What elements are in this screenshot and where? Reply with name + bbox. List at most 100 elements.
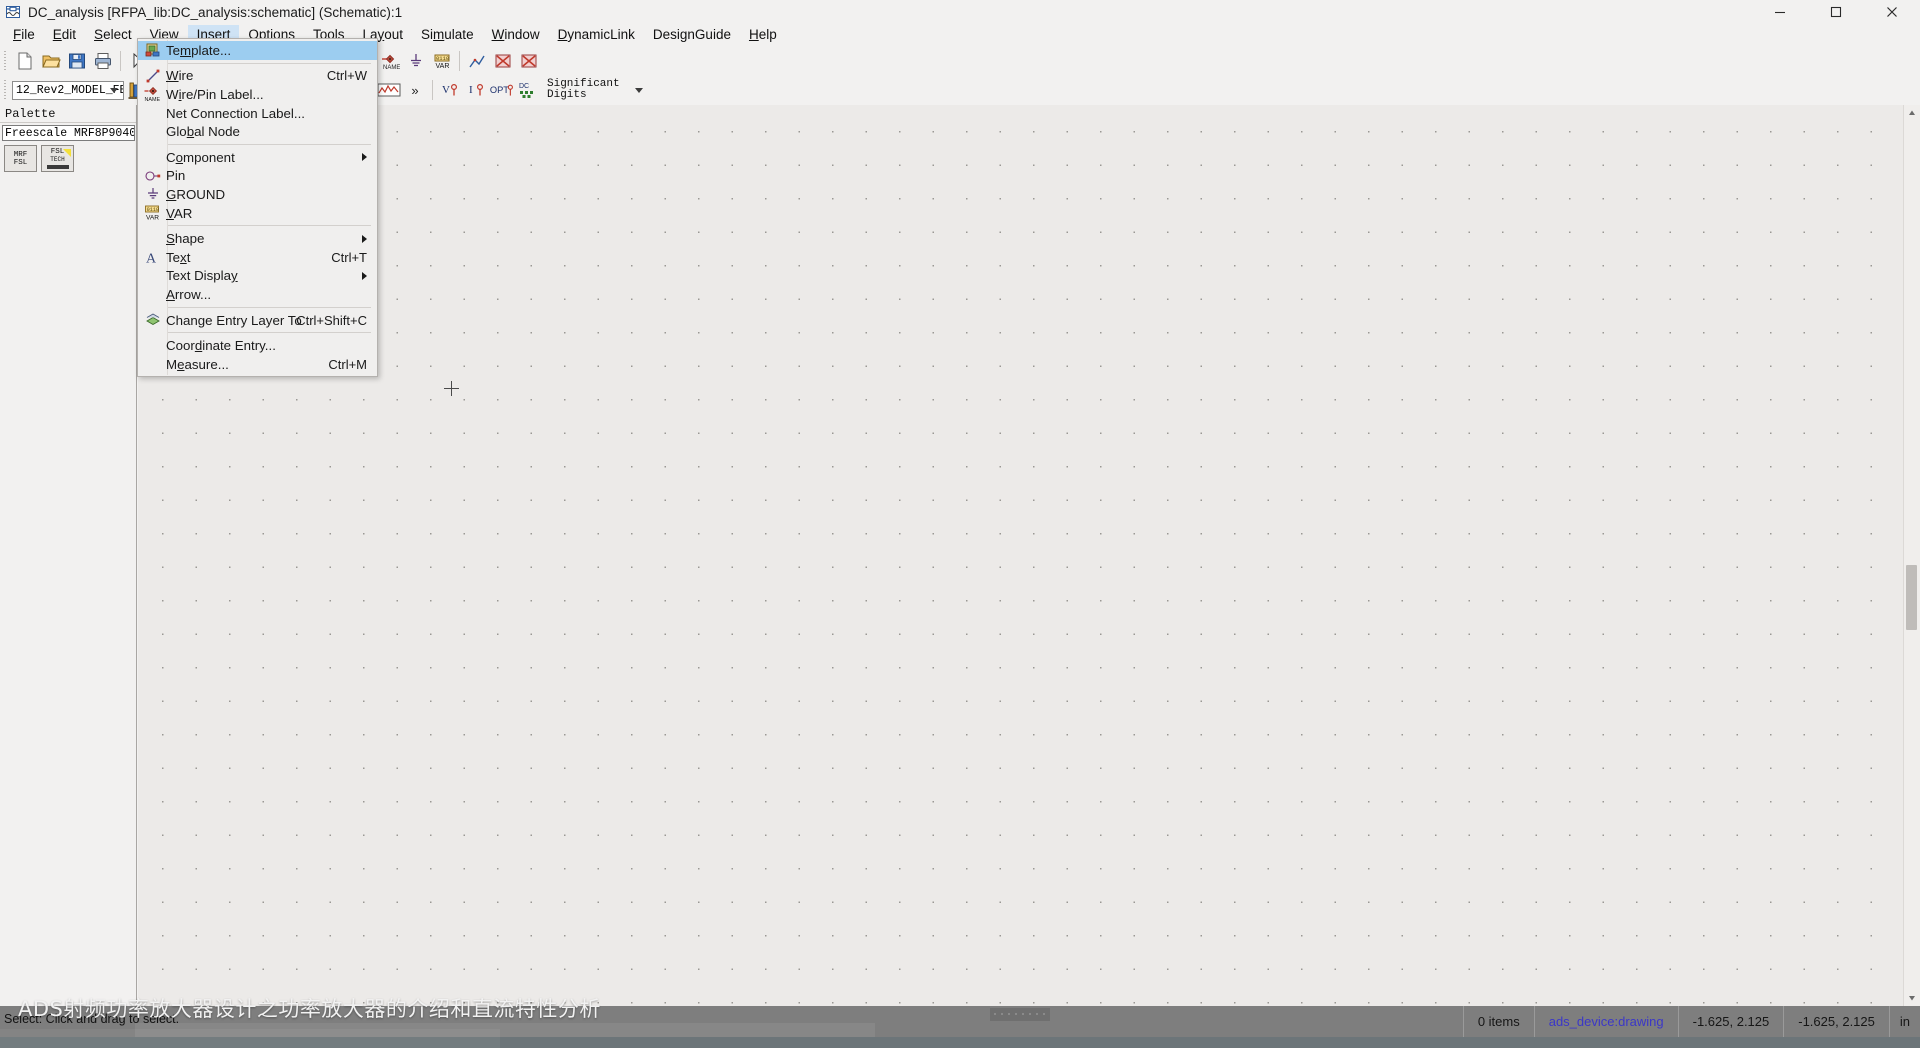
status-coordinate-2: -1.625, 2.125	[1783, 1006, 1889, 1037]
status-items-count: 0 items	[1462, 1006, 1534, 1037]
optimization-goal-icon[interactable]	[464, 48, 490, 73]
svg-text:DC: DC	[519, 83, 529, 90]
menu-item-arrow[interactable]: Arrow...	[138, 285, 377, 304]
status-layer[interactable]: ads_device:drawing	[1533, 1006, 1678, 1037]
status-units: in	[1888, 1006, 1920, 1037]
menu-item-label: Net Connection Label...	[166, 105, 305, 121]
menu-item-label: Text Display	[166, 268, 238, 284]
scroll-down-arrow-icon[interactable]	[1904, 990, 1920, 1006]
ads-schematic-window: DC_analysis [RFPA_lib:DC_analysis:schema…	[0, 0, 1920, 1048]
corner-triangle-icon	[63, 149, 71, 157]
menu-item-var[interactable]: 0110 VAR VAR	[138, 204, 377, 223]
new-document-icon[interactable]	[12, 48, 38, 73]
template-icon	[141, 41, 165, 60]
svg-text:VAR: VAR	[146, 215, 159, 222]
menu-item-text[interactable]: A Text Ctrl+T	[138, 248, 377, 267]
close-button[interactable]	[1864, 0, 1920, 24]
ground-icon[interactable]	[403, 48, 429, 73]
background-ghost-strip	[0, 1029, 500, 1048]
scrollbar-thumb[interactable]	[1906, 565, 1917, 630]
menu-edit[interactable]: Edit	[44, 25, 85, 46]
var-icon: 0110 VAR	[141, 204, 165, 223]
dc-annotate-icon[interactable]: DC	[515, 78, 541, 103]
svg-text:A: A	[146, 252, 157, 266]
menu-dynamiclink[interactable]: DynamicLink	[549, 25, 644, 46]
scroll-up-arrow-icon[interactable]	[1904, 105, 1920, 121]
insert-menu: Template... Wire Ctrl+W NAME Wire/Pin La…	[137, 38, 378, 377]
chevron-down-icon[interactable]	[106, 82, 121, 99]
menu-item-shortcut: Ctrl+W	[326, 68, 367, 84]
menu-item-label: VAR	[166, 205, 193, 221]
svg-text:NAME: NAME	[145, 97, 161, 102]
wire-pin-label-icon: NAME	[141, 85, 165, 104]
var-icon[interactable]: 0110 VAR	[429, 48, 455, 73]
overflow-chevron[interactable]: »	[402, 78, 428, 103]
menu-select[interactable]: Select	[85, 25, 141, 46]
menu-item-global-node[interactable]: Global Node	[138, 122, 377, 141]
component-library-combo[interactable]: 12_Rev2_MODEL_FET2	[12, 80, 124, 100]
submenu-arrow-icon	[362, 234, 367, 243]
menu-item-ground[interactable]: GROUND	[138, 185, 377, 204]
toolbar-separator	[432, 80, 433, 100]
menu-item-shape[interactable]: Shape	[138, 229, 377, 248]
menu-help[interactable]: Help	[740, 25, 786, 46]
menu-item-net-connection-label[interactable]: Net Connection Label...	[138, 104, 377, 123]
menu-item-template[interactable]: Template...	[138, 41, 377, 60]
menu-item-coordinate-entry[interactable]: Coordinate Entry...	[138, 336, 377, 355]
toolbar-separator	[459, 50, 460, 71]
menu-item-label: Pin	[166, 168, 186, 184]
wire-pin-label-icon[interactable]: NAME	[377, 48, 403, 73]
maximize-button[interactable]	[1808, 0, 1864, 24]
menu-item-label: Coordinate Entry...	[166, 338, 276, 354]
schematic-window-icon	[5, 4, 21, 20]
toolbar-grip[interactable]	[2, 49, 9, 72]
status-fields: 0 items ads_device:drawing -1.625, 2.125…	[1462, 1006, 1920, 1037]
menu-simulate[interactable]: Simulate	[412, 25, 483, 46]
wire-icon	[141, 67, 165, 86]
activate-icon[interactable]	[516, 48, 542, 73]
palette-item-bar	[46, 165, 69, 169]
palette-item-mrf-fsl[interactable]: MRF FSL	[4, 145, 37, 172]
status-progress-indicator	[990, 1008, 1050, 1021]
menu-item-wire[interactable]: Wire Ctrl+W	[138, 67, 377, 86]
toolbar-grip-2[interactable]	[2, 79, 9, 101]
palette-title: Palette	[0, 105, 136, 123]
significant-digits-chevron-down-icon[interactable]	[626, 78, 652, 103]
menu-window[interactable]: Window	[483, 25, 549, 46]
save-floppy-icon[interactable]	[64, 48, 90, 73]
menu-item-measure[interactable]: Measure... Ctrl+M	[138, 355, 377, 374]
menu-item-shortcut: Ctrl+T	[331, 249, 367, 265]
menu-item-text-display[interactable]: Text Display	[138, 267, 377, 286]
current-probe-icon[interactable]: I	[463, 78, 489, 103]
minimize-button[interactable]	[1752, 0, 1808, 24]
palette-library-combo[interactable]: Freescale MRF8P9040N Level2	[2, 125, 135, 141]
deactivate-icon[interactable]	[490, 48, 516, 73]
menu-item-change-entry-layer-to[interactable]: Change Entry Layer To Ctrl+Shift+C	[138, 311, 377, 330]
print-icon[interactable]	[90, 48, 116, 73]
canvas-origin-crosshair	[444, 381, 459, 396]
canvas-vertical-scrollbar[interactable]	[1903, 105, 1920, 1006]
menu-designguide[interactable]: DesignGuide	[644, 25, 740, 46]
menu-separator	[168, 306, 371, 308]
schematic-canvas[interactable]	[138, 105, 1904, 1006]
menu-item-shortcut: Ctrl+M	[328, 356, 367, 372]
optim-icon[interactable]: OPT	[489, 78, 515, 103]
menu-item-pin[interactable]: Pin	[138, 167, 377, 186]
palette-item-fsl-tech-include[interactable]: FSL TECH	[41, 145, 74, 172]
overlay-caption: ADS射频功率放大器设计之功率放大器的介绍和直流特性分析	[18, 997, 601, 1021]
svg-text:OPT: OPT	[490, 85, 509, 95]
palette-panel: Palette Freescale MRF8P9040N Level2 MRF …	[0, 105, 137, 1006]
menu-item-component[interactable]: Component	[138, 148, 377, 167]
menu-item-wire-pin-label[interactable]: NAME Wire/Pin Label...	[138, 85, 377, 104]
menu-file[interactable]: File	[4, 25, 44, 46]
open-folder-icon[interactable]	[38, 48, 64, 73]
window-title: DC_analysis [RFPA_lib:DC_analysis:schema…	[28, 4, 403, 20]
significant-digits-label: Significant Digits	[547, 78, 620, 101]
menu-item-label: Shape	[166, 231, 205, 247]
menu-separator	[168, 62, 371, 64]
svg-text:I: I	[469, 84, 473, 96]
menu-item-label: Wire/Pin Label...	[166, 86, 264, 102]
pin-icon	[141, 167, 165, 186]
data-display-icon[interactable]	[376, 78, 402, 103]
voltage-node-icon[interactable]: V	[437, 78, 463, 103]
